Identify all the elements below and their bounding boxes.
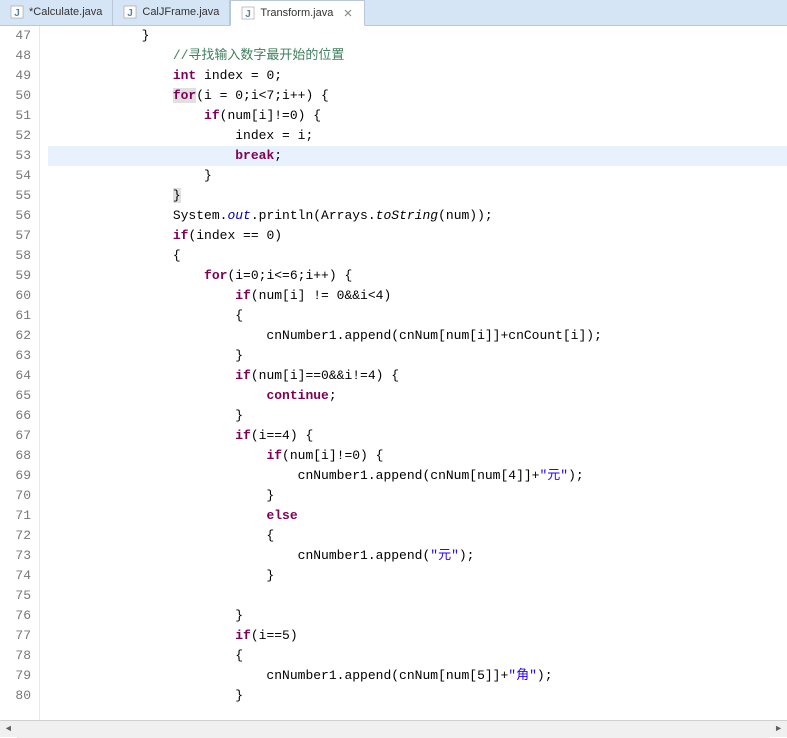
line-number: 80	[6, 686, 31, 706]
horizontal-scrollbar[interactable]: ◄ ►	[0, 720, 787, 737]
line-number: 60	[6, 286, 31, 306]
code-line[interactable]: }	[48, 686, 787, 706]
line-number: 48	[6, 46, 31, 66]
line-number: 79	[6, 666, 31, 686]
line-number: 47	[6, 26, 31, 46]
code-line[interactable]: if(i==4) {	[48, 426, 787, 446]
code-line[interactable]: {	[48, 646, 787, 666]
code-line[interactable]: {	[48, 526, 787, 546]
line-number: 64	[6, 366, 31, 386]
code-line[interactable]: cnNumber1.append(cnNum[num[4]]+"元");	[48, 466, 787, 486]
tab-bar: J *Calculate.java J CalJFrame.java J Tra…	[0, 0, 787, 26]
code-line[interactable]: }	[48, 346, 787, 366]
line-number: 55	[6, 186, 31, 206]
line-number: 73	[6, 546, 31, 566]
line-number: 63	[6, 346, 31, 366]
code-line[interactable]: cnNumber1.append(cnNum[num[5]]+"角");	[48, 666, 787, 686]
java-file-icon: J	[10, 5, 24, 19]
line-number: 57	[6, 226, 31, 246]
line-number: 74	[6, 566, 31, 586]
line-number: 76	[6, 606, 31, 626]
java-file-icon: J	[123, 5, 137, 19]
code-line[interactable]: }	[48, 566, 787, 586]
code-line[interactable]: else	[48, 506, 787, 526]
code-line[interactable]: if(i==5)	[48, 626, 787, 646]
scroll-right-icon[interactable]: ►	[770, 721, 787, 738]
line-number: 71	[6, 506, 31, 526]
line-number: 50	[6, 86, 31, 106]
java-file-icon: J	[241, 6, 255, 20]
line-number: 68	[6, 446, 31, 466]
line-number: 69	[6, 466, 31, 486]
svg-text:J: J	[14, 8, 20, 19]
code-line[interactable]: cnNumber1.append(cnNum[num[i]]+cnCount[i…	[48, 326, 787, 346]
line-number: 62	[6, 326, 31, 346]
code-line[interactable]: }	[48, 486, 787, 506]
line-number: 54	[6, 166, 31, 186]
line-number: 61	[6, 306, 31, 326]
code-editor[interactable]: 4748495051525354555657585960616263646566…	[0, 26, 787, 720]
code-line[interactable]: if(num[i]!=0) {	[48, 446, 787, 466]
line-number: 65	[6, 386, 31, 406]
line-number: 67	[6, 426, 31, 446]
code-line[interactable]: break;	[48, 146, 787, 166]
tab-label: Transform.java	[260, 7, 333, 19]
line-number: 78	[6, 646, 31, 666]
scroll-left-icon[interactable]: ◄	[0, 721, 17, 738]
line-number: 56	[6, 206, 31, 226]
code-line[interactable]: System.out.println(Arrays.toString(num))…	[48, 206, 787, 226]
code-line[interactable]: cnNumber1.append("元");	[48, 546, 787, 566]
code-line[interactable]	[48, 586, 787, 606]
code-line[interactable]: }	[48, 186, 787, 206]
code-line[interactable]: {	[48, 306, 787, 326]
scroll-track[interactable]	[17, 721, 770, 738]
line-number: 75	[6, 586, 31, 606]
line-number: 70	[6, 486, 31, 506]
line-number: 59	[6, 266, 31, 286]
code-line[interactable]: }	[48, 406, 787, 426]
code-line[interactable]: if(index == 0)	[48, 226, 787, 246]
tab-label: CalJFrame.java	[142, 6, 219, 18]
code-line[interactable]: int index = 0;	[48, 66, 787, 86]
line-number: 51	[6, 106, 31, 126]
code-line[interactable]: }	[48, 606, 787, 626]
line-number: 53	[6, 146, 31, 166]
code-line[interactable]: continue;	[48, 386, 787, 406]
code-line[interactable]: }	[48, 166, 787, 186]
tab-caljframe[interactable]: J CalJFrame.java	[113, 0, 230, 25]
code-line[interactable]: if(num[i] != 0&&i<4)	[48, 286, 787, 306]
line-number: 72	[6, 526, 31, 546]
code-line[interactable]: if(num[i]!=0) {	[48, 106, 787, 126]
code-line[interactable]: index = i;	[48, 126, 787, 146]
line-number-gutter: 4748495051525354555657585960616263646566…	[0, 26, 40, 720]
tab-calculate[interactable]: J *Calculate.java	[0, 0, 113, 25]
line-number: 66	[6, 406, 31, 426]
close-icon[interactable]	[342, 7, 354, 19]
code-line[interactable]: for(i = 0;i<7;i++) {	[48, 86, 787, 106]
line-number: 77	[6, 626, 31, 646]
code-line[interactable]: if(num[i]==0&&i!=4) {	[48, 366, 787, 386]
svg-text:J: J	[246, 9, 252, 20]
code-line[interactable]: }	[48, 26, 787, 46]
line-number: 52	[6, 126, 31, 146]
line-number: 58	[6, 246, 31, 266]
line-number: 49	[6, 66, 31, 86]
code-area[interactable]: } //寻找输入数字最开始的位置 int index = 0; for(i = …	[40, 26, 787, 720]
code-line[interactable]: for(i=0;i<=6;i++) {	[48, 266, 787, 286]
code-line[interactable]: //寻找输入数字最开始的位置	[48, 46, 787, 66]
tab-label: *Calculate.java	[29, 6, 102, 18]
tab-transform[interactable]: J Transform.java	[230, 0, 365, 26]
svg-text:J: J	[128, 8, 134, 19]
code-line[interactable]: {	[48, 246, 787, 266]
